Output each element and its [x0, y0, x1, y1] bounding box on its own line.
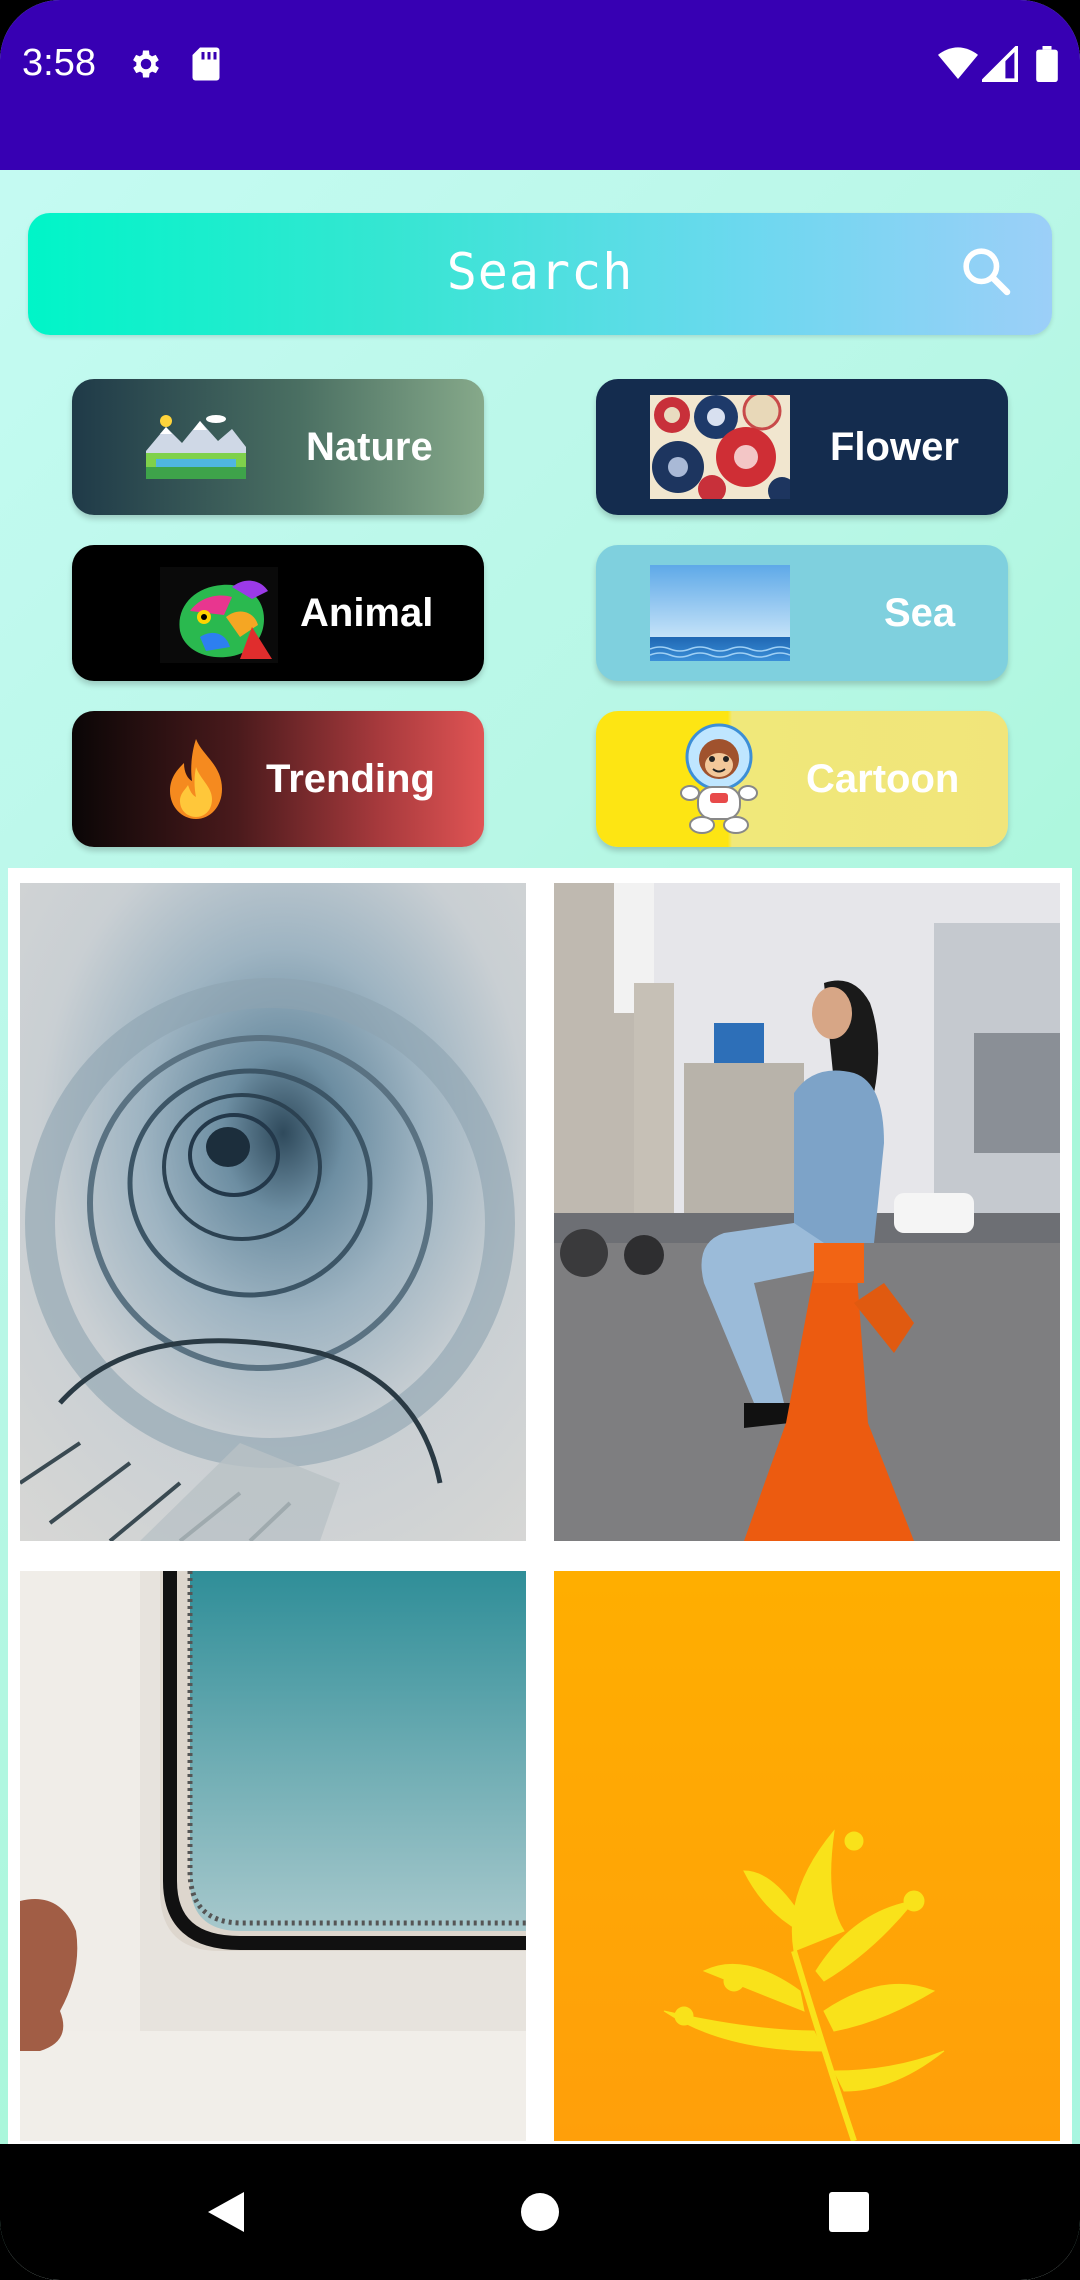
- settings-icon: [133, 50, 159, 78]
- astronaut-monkey-thumbnail: [680, 723, 758, 834]
- wifi-icon: [938, 47, 978, 79]
- app-screen: 3:58 Search Nature Flower Animal Sea Tre…: [0, 0, 1080, 2280]
- battery-icon: [1036, 46, 1058, 82]
- home-icon[interactable]: [520, 2192, 560, 2232]
- search-icon[interactable]: [958, 243, 1014, 299]
- category-cartoon-button[interactable]: Cartoon: [596, 711, 1008, 847]
- iguana-thumbnail: [160, 567, 278, 663]
- category-label: Trending: [266, 757, 435, 801]
- landscape-thumbnail: [146, 415, 246, 479]
- category-nature-button[interactable]: Nature: [72, 379, 484, 515]
- status-time: 3:58: [22, 42, 96, 84]
- signal-icon: [982, 46, 1018, 82]
- category-label: Nature: [306, 425, 433, 469]
- category-label: Flower: [830, 425, 959, 469]
- yellow-leaf-photo[interactable]: [554, 1571, 1060, 2141]
- search-bar[interactable]: Search: [28, 213, 1052, 335]
- spiral-staircase-photo[interactable]: [20, 883, 526, 1541]
- category-animal-button[interactable]: Animal: [72, 545, 484, 681]
- category-label: Animal: [300, 591, 434, 635]
- woman-sitting-street-photo[interactable]: [554, 883, 1060, 1541]
- photo-grid: [8, 868, 1072, 2280]
- status-bar: 3:58: [0, 0, 1080, 170]
- fire-icon: [170, 739, 222, 819]
- search-label: Search: [446, 243, 634, 301]
- category-label: Sea: [884, 591, 956, 635]
- sea-horizon-thumbnail: [650, 565, 790, 661]
- window-frame-photo[interactable]: [20, 1571, 526, 2141]
- flower-pattern-thumbnail: [650, 395, 790, 499]
- navigation-bar: [0, 2144, 1080, 2280]
- category-flower-button[interactable]: Flower: [596, 379, 1008, 515]
- category-label: Cartoon: [806, 757, 960, 801]
- recents-icon[interactable]: [829, 2192, 869, 2232]
- back-icon[interactable]: [206, 2190, 246, 2234]
- sd-card-icon: [192, 47, 220, 81]
- category-sea-button[interactable]: Sea: [596, 545, 1008, 681]
- category-trending-button[interactable]: Trending: [72, 711, 484, 847]
